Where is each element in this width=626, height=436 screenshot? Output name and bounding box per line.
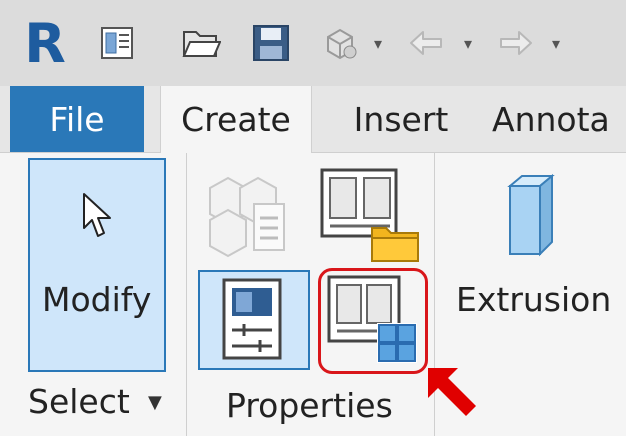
family-types-button[interactable] bbox=[318, 268, 428, 374]
tab-file[interactable]: File bbox=[10, 86, 144, 152]
family-category-parameters-icon[interactable] bbox=[316, 166, 426, 262]
ribbon-tab-bar: File Create Insert Annota bbox=[0, 86, 626, 153]
properties-palette-icon bbox=[222, 278, 282, 360]
revit-logo[interactable]: R bbox=[14, 0, 74, 86]
properties-icon[interactable] bbox=[94, 0, 140, 86]
redo-icon[interactable] bbox=[490, 0, 540, 86]
panel-divider bbox=[186, 153, 187, 436]
tab-annotate[interactable]: Annota bbox=[492, 86, 626, 152]
tab-create[interactable]: Create bbox=[160, 86, 312, 153]
properties-button[interactable] bbox=[198, 270, 310, 370]
family-types-icon bbox=[327, 275, 417, 363]
extrusion-icon bbox=[500, 172, 560, 262]
sync-icon[interactable] bbox=[318, 0, 362, 86]
red-pointer-arrow-icon bbox=[424, 364, 480, 422]
redo-dropdown-icon[interactable]: ▾ bbox=[544, 0, 568, 86]
extrusion-button[interactable]: Extrusion bbox=[456, 280, 611, 319]
save-icon[interactable] bbox=[246, 0, 296, 86]
quick-access-toolbar: R ▾ ▾ ▾ bbox=[0, 0, 626, 86]
cursor-arrow-icon bbox=[83, 193, 111, 237]
tab-insert[interactable]: Insert bbox=[336, 86, 466, 152]
undo-icon[interactable] bbox=[402, 0, 452, 86]
select-dropdown-icon[interactable]: ▼ bbox=[148, 392, 162, 413]
select-group-label[interactable]: Select bbox=[28, 382, 130, 421]
modify-label: Modify bbox=[42, 280, 152, 319]
undo-dropdown-icon[interactable]: ▾ bbox=[456, 0, 480, 86]
properties-group-label: Properties bbox=[226, 386, 393, 425]
open-folder-icon[interactable] bbox=[176, 0, 226, 86]
type-properties-icon bbox=[200, 166, 292, 258]
modify-button[interactable]: Modify bbox=[28, 158, 166, 372]
sync-dropdown-icon[interactable]: ▾ bbox=[366, 0, 390, 86]
